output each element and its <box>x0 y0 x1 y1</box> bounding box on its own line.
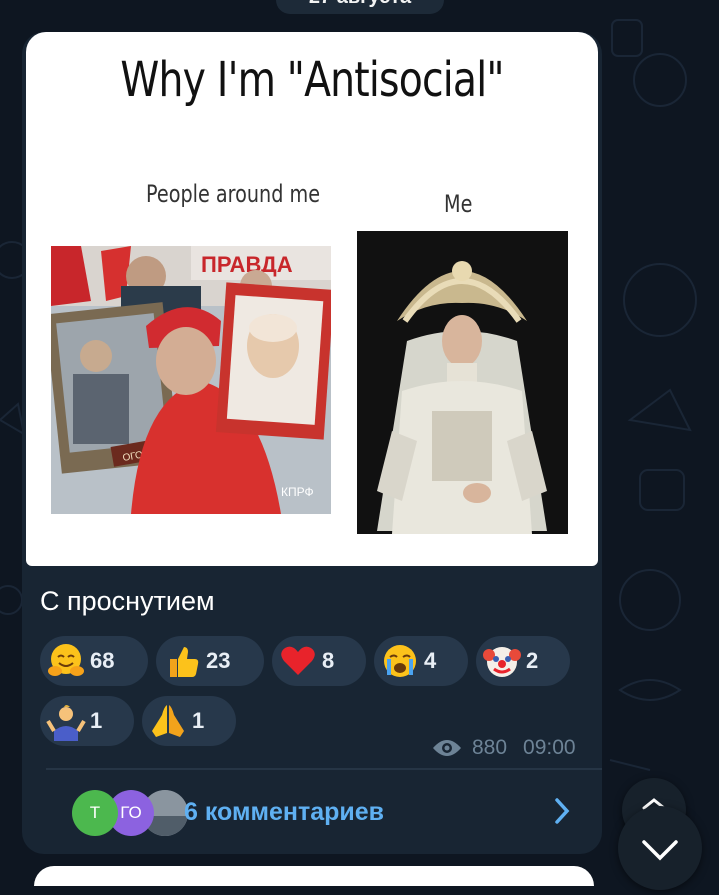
meme-title: Why I'm "Antisocial" <box>120 52 504 108</box>
chevron-down-icon <box>642 840 678 861</box>
meme-left-label: People around me <box>146 180 321 208</box>
commenter-avatar-t: Т <box>72 790 118 836</box>
reaction-heart[interactable]: 8 <box>272 636 366 686</box>
reaction-count: 68 <box>90 648 115 673</box>
next-post-preview <box>34 866 594 886</box>
reaction-count: 4 <box>424 648 437 673</box>
reaction-count: 23 <box>206 648 231 673</box>
post-image[interactable]: Why I'm "Antisocial" People around me Me… <box>26 32 598 566</box>
meme-right-label: Me <box>444 190 473 218</box>
reaction-crying[interactable]: 4 <box>374 636 468 686</box>
reaction-clown[interactable]: 2 <box>476 636 570 686</box>
hugging-face-icon <box>48 644 84 676</box>
thumbs-up-icon <box>170 647 199 677</box>
views-eye-icon <box>433 740 461 756</box>
channel-post-bubble: Why I'm "Antisocial" People around me Me… <box>22 32 602 854</box>
kokoshnik-portrait-photo <box>357 231 568 534</box>
red-heart-icon <box>281 646 315 675</box>
clown-face-icon <box>483 647 521 677</box>
reaction-thumbs-up[interactable]: 23 <box>156 636 264 686</box>
comments-button[interactable]: ГО Т 6 комментариев <box>22 770 602 852</box>
reaction-pray[interactable]: 1 <box>142 696 236 746</box>
folded-hands-icon <box>152 705 184 737</box>
post-time: 09:00 <box>523 736 576 759</box>
comments-count-label: 6 комментариев <box>184 798 385 826</box>
post-caption: С проснутием <box>40 586 215 616</box>
date-separator: 27 августа <box>276 0 444 14</box>
reaction-count: 2 <box>526 648 539 673</box>
reaction-shrug[interactable]: 1 <box>40 696 134 746</box>
protest-photo: ПРАВДА ОГОНЁК КПРФ <box>51 246 331 514</box>
person-shrugging-icon <box>46 705 86 741</box>
reaction-hugging[interactable]: 68 <box>40 636 148 686</box>
party-text: КПРФ <box>281 485 314 499</box>
post-meta: 880 09:00 <box>432 736 576 760</box>
views-count: 880 <box>472 736 508 759</box>
reaction-count: 8 <box>322 648 335 673</box>
crying-face-icon <box>384 645 416 677</box>
chevron-right-icon <box>555 798 570 824</box>
scroll-down-button[interactable] <box>618 806 702 890</box>
reaction-count: 1 <box>192 708 205 733</box>
reaction-count: 1 <box>90 708 103 733</box>
